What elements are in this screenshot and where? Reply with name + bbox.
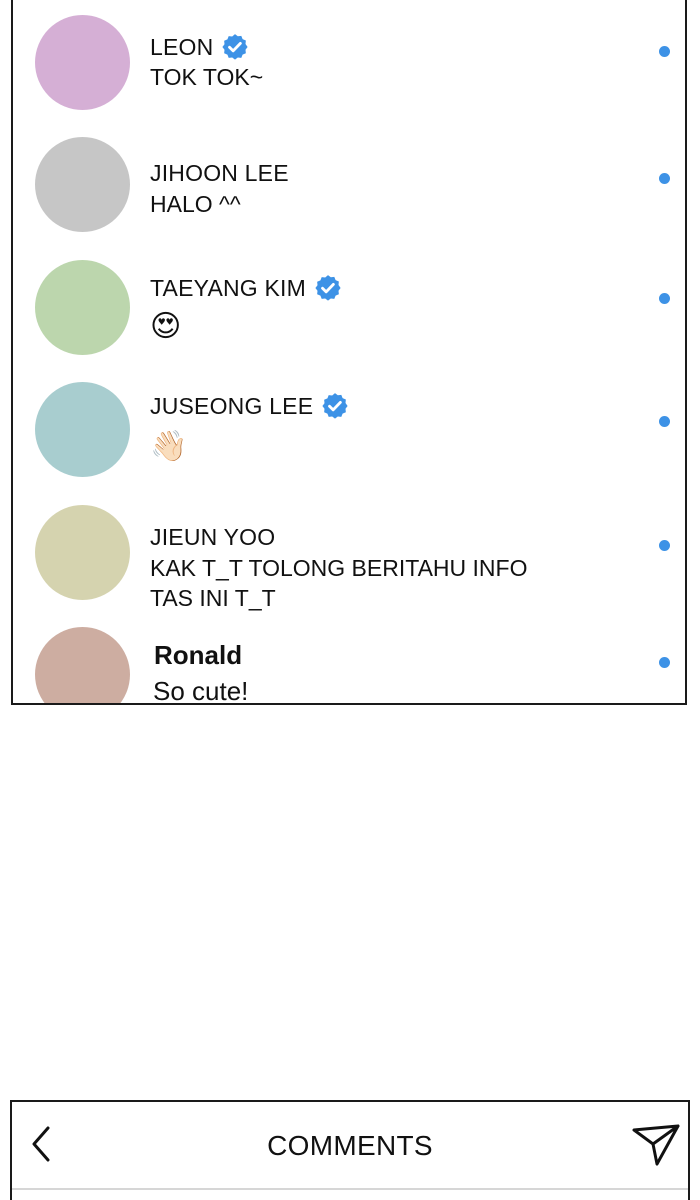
user-name[interactable]: JIHOON LEE [150,160,289,187]
list-item[interactable]: TAEYANG KIM 😍 [13,242,685,362]
message-text-line-1: KAK T_T TOLONG BERITAHU INFO [150,555,528,581]
waving-hand-emoji: 👋🏻 [150,430,188,463]
name-row: Ronald [154,640,242,671]
name-row: TAEYANG KIM [150,274,342,302]
paper-plane-icon[interactable] [631,1122,681,1168]
verified-badge-icon [322,393,348,419]
unread-dot [659,173,670,184]
name-row: JIHOON LEE [150,160,289,187]
avatar[interactable] [35,505,130,600]
avatar[interactable] [35,627,130,703]
comments-header: COMMENTS [10,1100,690,1200]
name-row: JIEUN YOO [150,524,275,551]
message-text: TOK TOK~ [150,64,264,90]
user-name[interactable]: JIEUN YOO [150,524,275,551]
message-text: HALO ^^ [150,191,241,217]
name-row: LEON [150,33,249,61]
message-text: So cute! [153,676,249,705]
user-name[interactable]: LEON [150,34,213,61]
list-item[interactable]: Ronald So cute! [13,608,685,705]
avatar[interactable] [35,382,130,477]
verified-badge-icon [222,34,249,60]
list-item[interactable]: JUSEONG LEE 👋🏻 [13,364,685,484]
unread-dot [659,293,670,304]
verified-badge-icon [315,275,341,301]
comments-title: COMMENTS [267,1130,433,1161]
unread-dot [659,416,670,427]
list-item[interactable]: LEON TOK TOK~ [13,0,685,118]
list-item[interactable]: JIEUN YOO KAK T_T TOLONG BERITAHU INFO T… [13,486,685,611]
unread-dot [659,46,670,57]
message-list: LEON TOK TOK~ JIHOON LEE HALO ^^ TAEYANG… [11,0,687,705]
avatar[interactable] [35,15,130,110]
user-name[interactable]: TAEYANG KIM [150,275,306,302]
user-name[interactable]: JUSEONG LEE [150,393,313,420]
list-item[interactable]: JIHOON LEE HALO ^^ [13,120,685,240]
avatar[interactable] [35,260,130,355]
unread-dot [659,540,670,551]
page: LEON TOK TOK~ JIHOON LEE HALO ^^ TAEYANG… [0,0,700,1200]
divider [12,1188,688,1190]
user-name[interactable]: Ronald [154,640,242,671]
avatar[interactable] [35,137,130,232]
unread-dot [659,657,670,668]
heart-eyes-emoji: 😍 [150,310,182,343]
name-row: JUSEONG LEE [150,392,349,420]
